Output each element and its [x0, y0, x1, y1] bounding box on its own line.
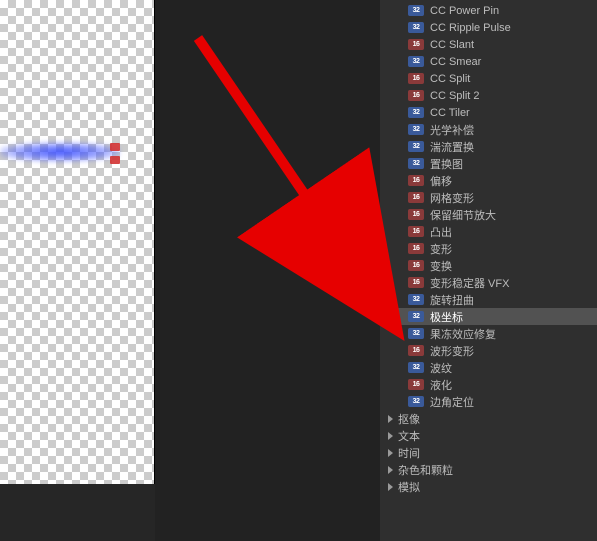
badge-32-icon: 32: [408, 294, 424, 305]
effect-item[interactable]: 32 极坐标: [380, 308, 597, 325]
effect-item[interactable]: 16 偏移: [380, 172, 597, 189]
category-item[interactable]: 时间: [380, 444, 597, 461]
effect-label: CC Smear: [430, 56, 481, 68]
badge-16-icon: 16: [408, 379, 424, 390]
effect-label: 偏移: [430, 173, 452, 189]
effects-presets-panel[interactable]: 32 CC Power Pin 32 CC Ripple Pulse 16 CC Slan…: [380, 0, 597, 541]
effect-item[interactable]: 32 CC Smear: [380, 53, 597, 70]
disclosure-triangle-icon: [388, 483, 393, 491]
panel-gap: [155, 0, 380, 541]
badge-32-icon: 32: [408, 328, 424, 339]
badge-32-icon: 32: [408, 124, 424, 135]
effect-label: 变换: [430, 258, 452, 274]
effect-label: 波纹: [430, 360, 452, 376]
effect-item[interactable]: 16 变形稳定器 VFX: [380, 274, 597, 291]
effect-item[interactable]: 32 果冻效应修复: [380, 325, 597, 342]
handle-marker: [110, 143, 120, 151]
effect-label: 湍流置换: [430, 139, 474, 155]
effect-item[interactable]: 32 旋转扭曲: [380, 291, 597, 308]
badge-32-icon: 32: [408, 56, 424, 67]
effect-label: 光学补偿: [430, 122, 474, 138]
effect-label: CC Split: [430, 73, 470, 85]
handle-marker: [110, 156, 120, 164]
effect-item[interactable]: 16 液化: [380, 376, 597, 393]
effect-label: 网格变形: [430, 190, 474, 206]
badge-32-icon: 32: [408, 396, 424, 407]
disclosure-triangle-icon: [388, 432, 393, 440]
badge-32-icon: 32: [408, 311, 424, 322]
category-label: 杂色和颗粒: [398, 462, 453, 478]
effect-item[interactable]: 32 波纹: [380, 359, 597, 376]
category-item[interactable]: 模拟: [380, 478, 597, 495]
badge-16-icon: 16: [408, 277, 424, 288]
badge-16-icon: 16: [408, 345, 424, 356]
effect-item[interactable]: 32 光学补偿: [380, 121, 597, 138]
effect-label: 果冻效应修复: [430, 326, 496, 342]
effect-item[interactable]: 32 CC Tiler: [380, 104, 597, 121]
effect-item[interactable]: 32 边角定位: [380, 393, 597, 410]
effect-item[interactable]: 16 凸出: [380, 223, 597, 240]
effect-label: 变形: [430, 241, 452, 257]
category-item[interactable]: 文本: [380, 427, 597, 444]
badge-32-icon: 32: [408, 5, 424, 16]
badge-16-icon: 16: [408, 175, 424, 186]
badge-16-icon: 16: [408, 209, 424, 220]
effect-label: 变形稳定器 VFX: [430, 275, 509, 291]
effect-item[interactable]: 32 置换图: [380, 155, 597, 172]
effect-label: 液化: [430, 377, 452, 393]
badge-16-icon: 16: [408, 90, 424, 101]
effect-item[interactable]: 16 变换: [380, 257, 597, 274]
category-label: 模拟: [398, 479, 420, 495]
category-item[interactable]: 抠像: [380, 410, 597, 427]
effect-label: CC Tiler: [430, 107, 470, 119]
effect-label: 凸出: [430, 224, 452, 240]
disclosure-triangle-icon: [388, 466, 393, 474]
category-item[interactable]: 杂色和颗粒: [380, 461, 597, 478]
effect-item[interactable]: 16 CC Split: [380, 70, 597, 87]
badge-16-icon: 16: [408, 192, 424, 203]
badge-32-icon: 32: [408, 141, 424, 152]
effect-label: 边角定位: [430, 394, 474, 410]
category-label: 时间: [398, 445, 420, 461]
effect-label: CC Slant: [430, 39, 474, 51]
effect-label: 保留细节放大: [430, 207, 496, 223]
effect-label: 波形变形: [430, 343, 474, 359]
badge-16-icon: 16: [408, 73, 424, 84]
effect-item[interactable]: 16 网格变形: [380, 189, 597, 206]
effect-label: 置换图: [430, 156, 463, 172]
badge-16-icon: 16: [408, 39, 424, 50]
effect-label: CC Split 2: [430, 90, 480, 102]
effect-item[interactable]: 16 CC Slant: [380, 36, 597, 53]
effect-item[interactable]: 32 CC Power Pin: [380, 2, 597, 19]
badge-32-icon: 32: [408, 158, 424, 169]
effect-label: 旋转扭曲: [430, 292, 474, 308]
badge-32-icon: 32: [408, 22, 424, 33]
category-label: 文本: [398, 428, 420, 444]
category-label: 抠像: [398, 411, 420, 427]
effect-label: 极坐标: [430, 309, 463, 325]
badge-16-icon: 16: [408, 243, 424, 254]
badge-32-icon: 32: [408, 362, 424, 373]
effect-item[interactable]: 16 保留细节放大: [380, 206, 597, 223]
effect-item[interactable]: 16 CC Split 2: [380, 87, 597, 104]
effect-label: CC Ripple Pulse: [430, 22, 511, 34]
composition-viewer[interactable]: [0, 0, 155, 484]
effect-item[interactable]: 32 湍流置换: [380, 138, 597, 155]
effect-item[interactable]: 32 CC Ripple Pulse: [380, 19, 597, 36]
disclosure-triangle-icon: [388, 449, 393, 457]
effect-item[interactable]: 16 变形: [380, 240, 597, 257]
disclosure-triangle-icon: [388, 415, 393, 423]
badge-16-icon: 16: [408, 226, 424, 237]
effect-item[interactable]: 16 波形变形: [380, 342, 597, 359]
badge-16-icon: 16: [408, 260, 424, 271]
effect-label: CC Power Pin: [430, 5, 499, 17]
badge-32-icon: 32: [408, 107, 424, 118]
blue-glow-layer: [0, 140, 120, 164]
